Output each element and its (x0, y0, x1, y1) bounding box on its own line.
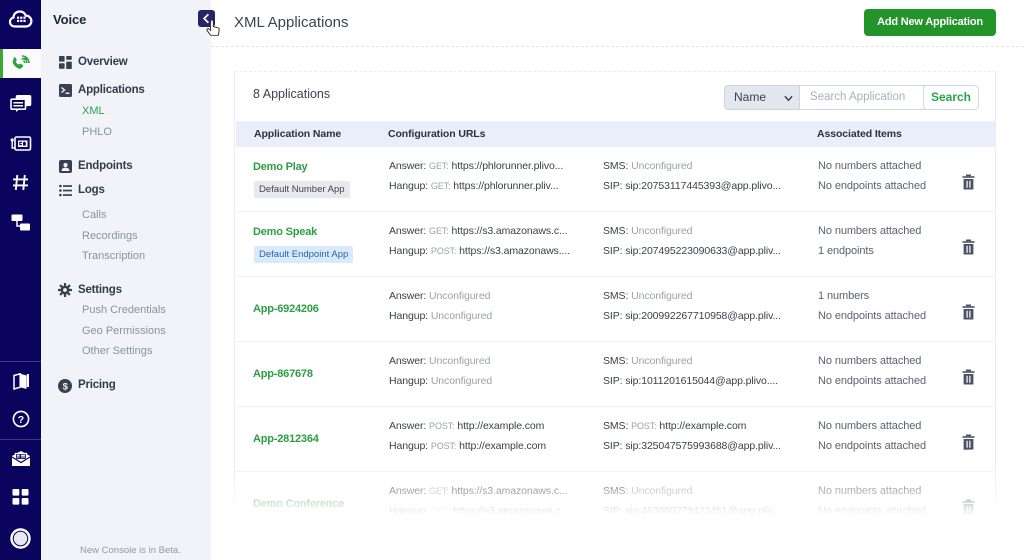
svg-text:$: $ (63, 382, 69, 393)
svg-text:?: ? (18, 414, 24, 426)
